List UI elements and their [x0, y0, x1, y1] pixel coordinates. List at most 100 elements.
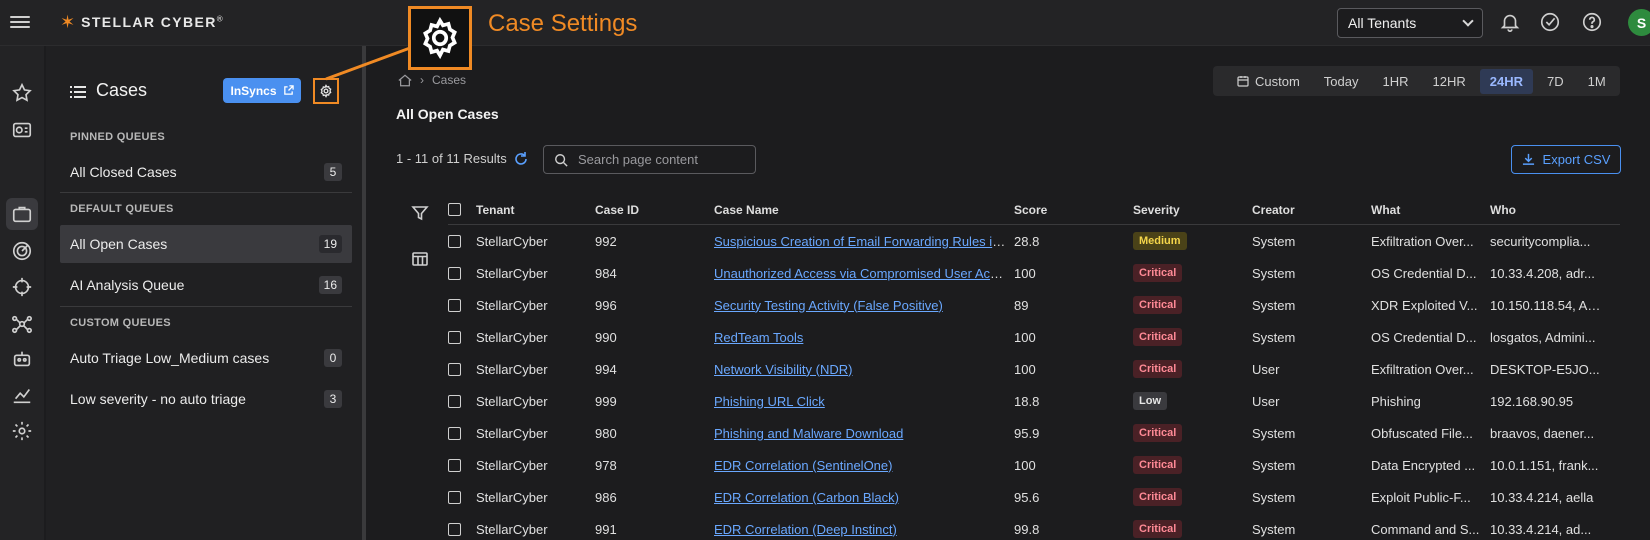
cell-case-id: 978: [595, 457, 617, 473]
queue-label: AI Analysis Queue: [70, 277, 185, 293]
briefcase-icon[interactable]: [11, 203, 33, 225]
header-score[interactable]: Score: [1014, 203, 1133, 217]
columns-icon[interactable]: [411, 250, 429, 268]
time-12hr[interactable]: 12HR: [1423, 69, 1476, 94]
row-checkbox[interactable]: [448, 362, 461, 376]
cell-creator: System: [1252, 425, 1296, 441]
insyncs-button[interactable]: InSyncs: [223, 78, 301, 103]
table-row[interactable]: StellarCyber 994 Network Visibility (NDR) 1…: [448, 353, 1620, 385]
table-row[interactable]: StellarCyber 990 RedTeam Tools 100 Critical S…: [448, 321, 1620, 353]
divider: [60, 306, 352, 307]
tenant-select-value: All Tenants: [1348, 15, 1417, 31]
select-all-checkbox[interactable]: [448, 203, 461, 216]
case-name-link[interactable]: Phishing URL Click: [714, 394, 825, 409]
case-name-link[interactable]: Security Testing Activity (False Positiv…: [714, 298, 943, 313]
filter-icon[interactable]: [411, 204, 429, 222]
severity-badge: Critical: [1133, 264, 1183, 282]
star-icon[interactable]: [11, 82, 33, 104]
queue-count-badge: 19: [318, 235, 342, 253]
queue-all-closed-cases[interactable]: All Closed Cases 5: [60, 153, 352, 191]
row-checkbox[interactable]: [448, 426, 461, 440]
header-tenant[interactable]: Tenant: [476, 203, 595, 217]
row-checkbox[interactable]: [448, 234, 461, 248]
row-checkbox[interactable]: [448, 458, 461, 472]
severity-badge: Critical: [1133, 488, 1183, 506]
case-name-link[interactable]: EDR Correlation (Deep Instinct): [714, 522, 897, 537]
case-name-link[interactable]: EDR Correlation (SentinelOne): [714, 458, 892, 473]
severity-badge: Medium: [1133, 232, 1187, 250]
search-placeholder: Search page content: [578, 152, 698, 167]
cell-tenant: StellarCyber: [476, 393, 548, 409]
case-settings-button[interactable]: [313, 78, 339, 104]
search-input[interactable]: Search page content: [543, 145, 756, 174]
case-name-link[interactable]: Suspicious Creation of Email Forwarding …: [714, 234, 1013, 249]
time-1m[interactable]: 1M: [1578, 69, 1616, 94]
time-24hr[interactable]: 24HR: [1479, 68, 1534, 94]
row-checkbox[interactable]: [448, 266, 461, 280]
cell-what: OS Credential D...: [1371, 329, 1477, 345]
cell-what: Exfiltration Over...: [1371, 233, 1474, 249]
check-circle-icon[interactable]: [1539, 11, 1561, 33]
queue-count-badge: 16: [318, 276, 342, 294]
dashboard-icon[interactable]: [11, 119, 33, 141]
refresh-icon[interactable]: [513, 151, 529, 167]
logo-star-icon: ✶: [60, 12, 76, 32]
table-row[interactable]: StellarCyber 996 Security Testing Activity…: [448, 289, 1620, 321]
case-name-link[interactable]: Phishing and Malware Download: [714, 426, 903, 441]
queue-all-open-cases[interactable]: All Open Cases 19: [60, 225, 352, 263]
avatar[interactable]: S: [1628, 9, 1650, 36]
header-who[interactable]: Who: [1490, 203, 1609, 217]
cell-case-id: 999: [595, 393, 617, 409]
cell-case-id: 984: [595, 265, 617, 281]
tenant-select[interactable]: All Tenants: [1337, 8, 1483, 38]
table-row[interactable]: StellarCyber 991 EDR Correlation (Deep Ins…: [448, 513, 1620, 540]
help-icon[interactable]: [1581, 11, 1603, 33]
menu-icon[interactable]: [10, 13, 30, 31]
settings-icon[interactable]: [11, 420, 33, 442]
case-name-link[interactable]: EDR Correlation (Carbon Black): [714, 490, 899, 505]
cell-score: 95.9: [1014, 425, 1040, 441]
bot-icon[interactable]: [11, 348, 33, 370]
brand-mark: ®: [216, 14, 225, 24]
home-icon[interactable]: [398, 73, 412, 87]
callout-title: Case Settings: [488, 10, 638, 37]
queue-auto-triage-low-medium[interactable]: Auto Triage Low_Medium cases 0: [60, 339, 352, 377]
header-creator[interactable]: Creator: [1252, 203, 1371, 217]
analytics-icon[interactable]: [11, 384, 33, 406]
case-name-link[interactable]: Unauthorized Access via Compromised User…: [714, 266, 1011, 281]
time-custom[interactable]: Custom: [1227, 69, 1310, 94]
table-row[interactable]: StellarCyber 984 Unauthorized Access via C…: [448, 257, 1620, 289]
case-name-link[interactable]: Network Visibility (NDR): [714, 362, 852, 377]
header-what[interactable]: What: [1371, 203, 1490, 217]
table-row[interactable]: StellarCyber 986 EDR Correlation (Carbon B…: [448, 481, 1620, 513]
table-row[interactable]: StellarCyber 992 Suspicious Creation of Em…: [448, 225, 1620, 257]
case-name-link[interactable]: RedTeam Tools: [714, 330, 803, 345]
header-case-id[interactable]: Case ID: [595, 203, 714, 217]
severity-badge: Critical: [1133, 456, 1183, 474]
radar-icon[interactable]: [11, 240, 33, 262]
callout-gear-box: [408, 6, 472, 70]
time-1hr[interactable]: 1HR: [1373, 69, 1419, 94]
queue-label: All Open Cases: [70, 236, 168, 252]
row-checkbox[interactable]: [448, 522, 461, 536]
queue-ai-analysis[interactable]: AI Analysis Queue 16: [60, 266, 352, 304]
table-row[interactable]: StellarCyber 978 EDR Correlation (Sentinel…: [448, 449, 1620, 481]
row-checkbox[interactable]: [448, 490, 461, 504]
header-severity[interactable]: Severity: [1133, 203, 1252, 217]
top-bar: ✶ STELLAR CYBER® All Tenants S: [0, 0, 1650, 46]
export-csv-button[interactable]: Export CSV: [1511, 145, 1621, 174]
time-today[interactable]: Today: [1314, 69, 1369, 94]
row-checkbox[interactable]: [448, 394, 461, 408]
header-case-name[interactable]: Case Name: [714, 203, 1014, 217]
table-row[interactable]: StellarCyber 980 Phishing and Malware Down…: [448, 417, 1620, 449]
row-checkbox[interactable]: [448, 298, 461, 312]
row-checkbox[interactable]: [448, 330, 461, 344]
severity-badge: Low: [1133, 392, 1167, 410]
queue-low-severity-no-auto-triage[interactable]: Low severity - no auto triage 3: [60, 380, 352, 418]
time-7d[interactable]: 7D: [1537, 69, 1574, 94]
network-icon[interactable]: [11, 313, 33, 335]
queue-label: Low severity - no auto triage: [70, 391, 246, 407]
crosshair-icon[interactable]: [11, 276, 33, 298]
bell-icon[interactable]: [1499, 11, 1521, 33]
table-row[interactable]: StellarCyber 999 Phishing URL Click 18.8 Low…: [448, 385, 1620, 417]
